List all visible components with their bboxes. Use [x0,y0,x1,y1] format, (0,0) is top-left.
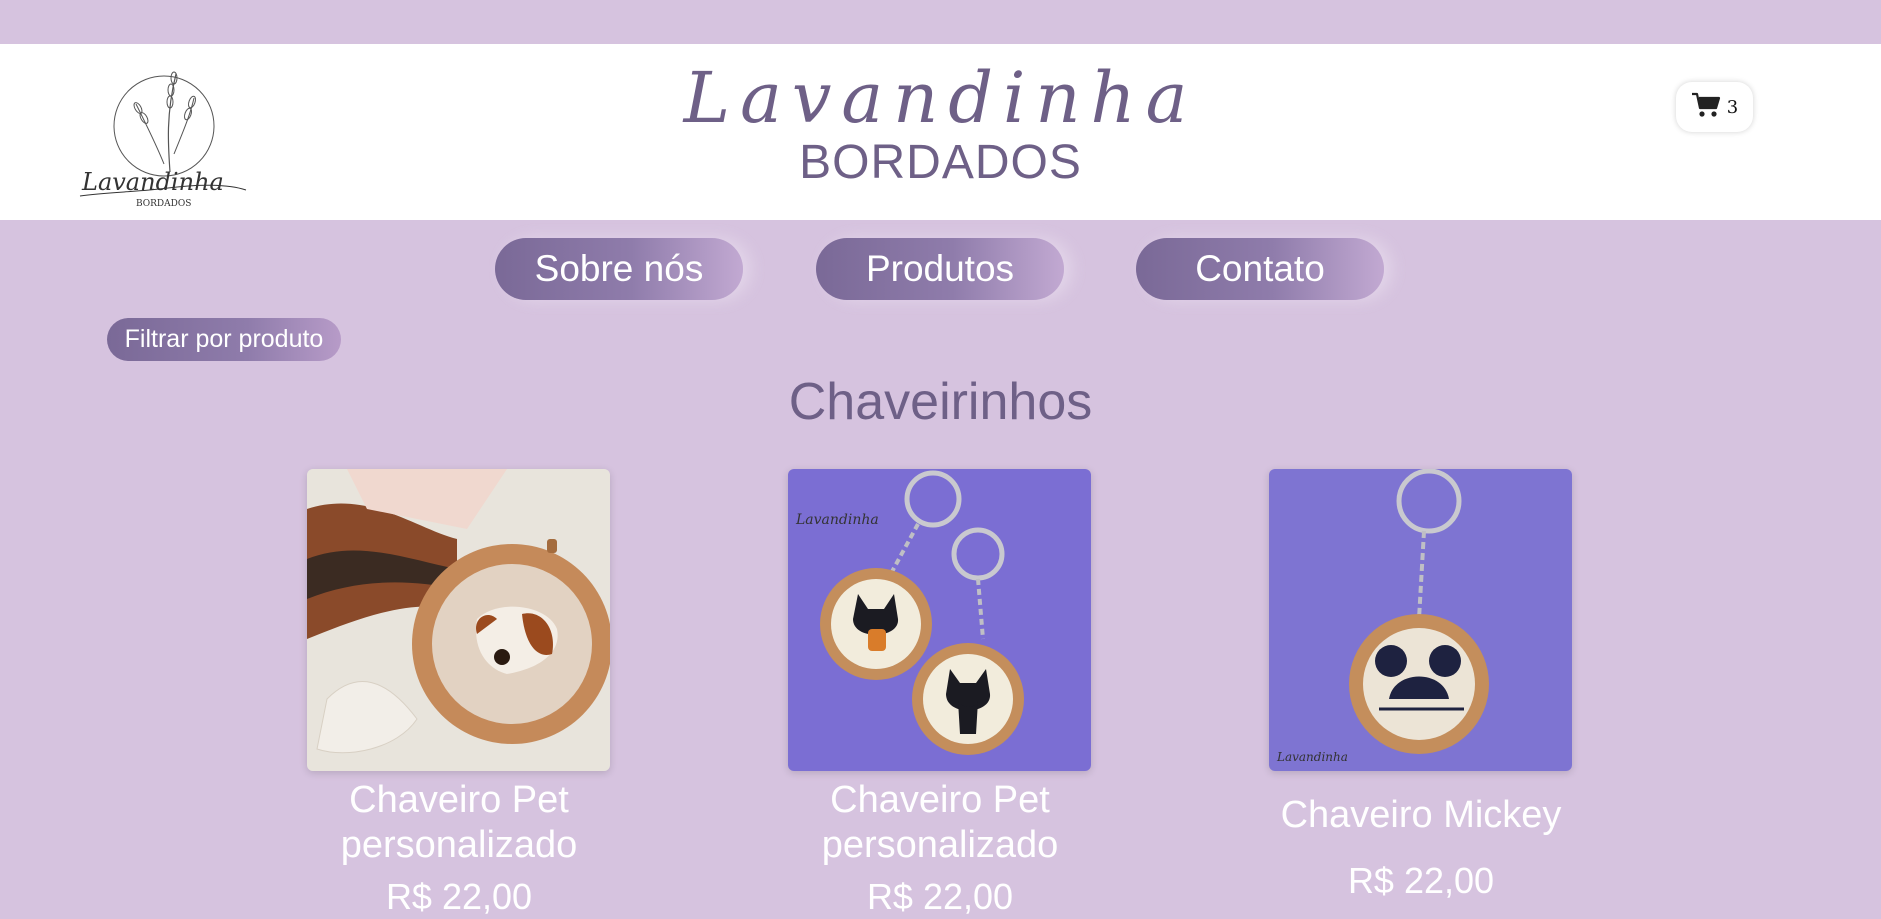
product-name: Chaveiro Pet personalizado [340,779,578,866]
brand-title: Lavandinha BORDADOS [0,58,1881,188]
svg-text:Lavandinha: Lavandinha [1276,750,1348,764]
product-card[interactable]: Lavandinha Chaveiro Pet personalizado R$… [788,469,1092,919]
site-header: Lavandinha BORDADOS Lavandinha BORDADOS … [0,44,1881,220]
svg-text:BORDADOS: BORDADOS [136,199,191,206]
main-nav: Sobre nós Produtos Contato [0,238,1881,300]
filter-by-product-button[interactable]: Filtrar por produto [107,318,341,361]
nav-sobre-nos[interactable]: Sobre nós [495,238,743,300]
nav-produtos[interactable]: Produtos [816,238,1064,300]
brand-script-name: Lavandinha [683,57,1198,139]
svg-text:Lavandinha: Lavandinha [795,512,879,528]
product-image[interactable]: Lavandinha [788,469,1091,771]
cart-count-badge: 3 [1726,96,1739,118]
cart-icon [1691,91,1721,123]
cart-button[interactable]: 3 [1676,82,1753,132]
product-name: Chaveiro Pet personalizado [821,779,1059,866]
product-price: R$ 22,00 [385,876,533,917]
product-card[interactable]: Chaveiro Pet personalizado R$ 22,00 [307,469,611,919]
product-price: R$ 22,00 [866,876,1014,917]
nav-contato[interactable]: Contato [1136,238,1384,300]
section-title: Chaveirinhos [788,373,1093,431]
product-price: R$ 22,00 [1347,860,1495,901]
product-card[interactable]: Lavandinha Chaveiro Mickey R$ 22,00 [1269,469,1573,903]
brand-subtitle: BORDADOS [799,136,1082,189]
product-name: Chaveiro Mickey [1280,794,1562,836]
product-image[interactable] [307,469,610,771]
product-image[interactable]: Lavandinha [1269,469,1572,771]
